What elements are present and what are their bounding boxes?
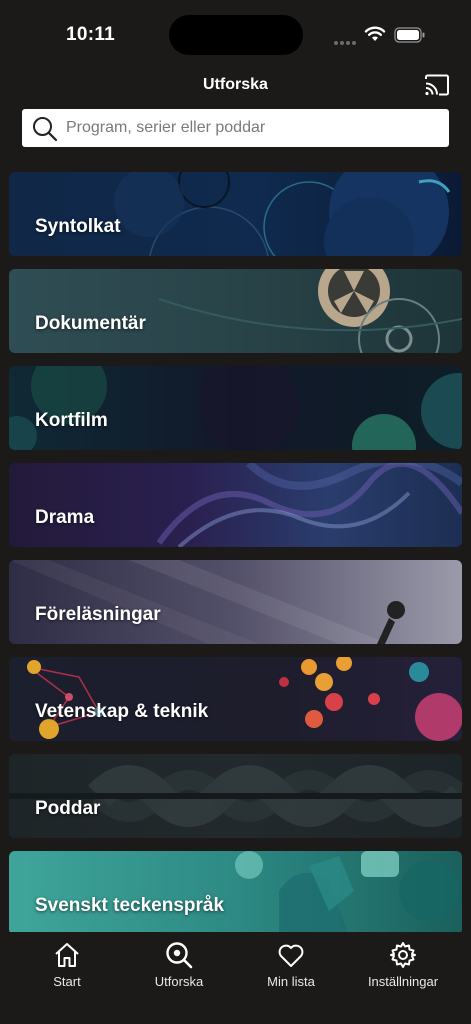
heart-icon [278,944,304,967]
category-card-svenskt-teckensprak[interactable]: Svenskt teckenspråk [9,851,462,935]
status-time: 10:11 [66,24,116,45]
category-card-vetenskap-teknik[interactable]: Vetenskap & teknik [9,657,462,741]
search-input[interactable] [66,109,436,147]
category-label: Vetenskap & teknik [35,701,209,722]
category-background-image [9,754,462,838]
category-background-image [9,269,462,353]
search-bar[interactable] [22,109,449,147]
tab-utforska[interactable]: Utforska [124,940,234,989]
status-bar: 10:11 [0,0,471,70]
battery-icon [394,27,425,43]
category-card-syntolkat[interactable]: Syntolkat [9,172,462,256]
tab-label: Min lista [267,974,315,989]
wifi-icon [364,26,386,41]
tab-bar: Start Utforska Min lista Inställningar [0,932,471,1024]
tab-label: Utforska [154,974,204,989]
category-label: Föreläsningar [35,604,161,625]
dynamic-island [169,15,303,55]
cast-icon[interactable] [424,74,450,96]
category-label: Drama [35,507,95,528]
category-background-image [9,172,462,256]
category-card-forelasningar[interactable]: Föreläsningar [9,560,462,644]
category-background-image [9,560,462,644]
home-icon [55,943,79,967]
category-label: Svenskt teckenspråk [35,895,225,916]
tab-min-lista[interactable]: Min lista [236,940,346,989]
category-card-dokumentar[interactable]: Dokumentär [9,269,462,353]
gear-icon [390,942,416,968]
category-background-image [9,463,462,547]
cellular-signal-icon [334,32,358,45]
tab-start[interactable]: Start [12,940,122,989]
category-list: Syntolkat Dokumentär Kortfilm Drama Före… [9,172,462,948]
category-label: Kortfilm [35,410,108,431]
explore-search-icon [166,942,193,969]
category-label: Poddar [35,798,101,819]
category-background-image [9,366,462,450]
category-card-drama[interactable]: Drama [9,463,462,547]
category-label: Dokumentär [35,313,146,334]
category-card-poddar[interactable]: Poddar [9,754,462,838]
tab-installningar[interactable]: Inställningar [348,940,458,989]
tab-label: Start [53,974,81,989]
category-background-image [9,851,462,935]
search-icon [33,117,58,142]
page-title: Utforska [203,76,268,93]
category-background-image [9,657,462,741]
tab-label: Inställningar [367,974,439,989]
category-label: Syntolkat [35,216,121,237]
category-card-kortfilm[interactable]: Kortfilm [9,366,462,450]
page-header: Utforska [0,70,471,106]
